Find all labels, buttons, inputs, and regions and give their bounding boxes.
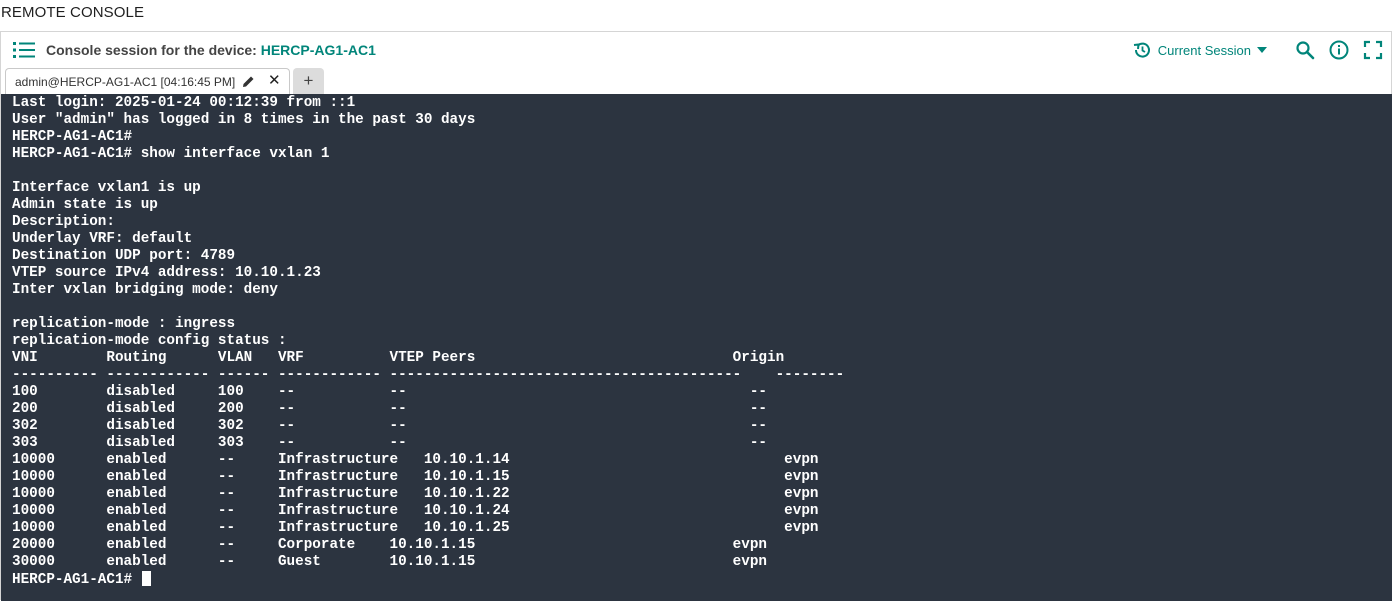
terminal-line: 302 disabled 302 -- -- -- [12,418,767,434]
device-name: HERCP-AG1-AC1 [260,42,376,58]
terminal-line: 200 disabled 200 -- -- -- [12,401,767,417]
terminal-lines: Last login: 2025-01-24 00:12:39 from ::1… [12,95,1381,571]
terminal-line: VNI Routing VLAN VRF VTEP Peers Origin [12,350,785,366]
tab-session[interactable]: admin@HERCP-AG1-AC1 [04:16:45 PM] ✕ [5,68,290,94]
terminal-line: Admin state is up [12,197,158,213]
terminal-line: Description: [12,214,115,230]
terminal-line: 10000 enabled -- Infrastructure 10.10.1.… [12,503,819,519]
console-panel: Console session for the device: HERCP-AG… [0,31,1392,601]
terminal-line: Last login: 2025-01-24 00:12:39 from ::1 [12,95,356,111]
tab-label: admin@HERCP-AG1-AC1 [04:16:45 PM] [15,74,236,89]
terminal-line: replication-mode config status : [12,333,287,349]
chevron-down-icon [1257,47,1267,53]
terminal-line: HERCP-AG1-AC1# show interface vxlan 1 [12,146,330,162]
fullscreen-icon[interactable] [1363,40,1383,60]
terminal-line: HERCP-AG1-AC1# [12,129,133,145]
terminal-line: 100 disabled 100 -- -- -- [12,384,767,400]
terminal-line: Inter vxlan bridging mode: deny [12,282,278,298]
terminal-line: Destination UDP port: 4789 [12,248,236,264]
terminal-line: replication-mode : ingress [12,316,236,332]
terminal-line: VTEP source IPv4 address: 10.10.1.23 [12,265,321,281]
plus-icon[interactable]: + [293,68,324,94]
terminal-line: 10000 enabled -- Infrastructure 10.10.1.… [12,452,819,468]
info-icon[interactable] [1329,40,1349,60]
terminal-line: Underlay VRF: default [12,231,193,247]
current-session-label: Current Session [1157,42,1251,58]
terminal-cursor [141,571,151,586]
terminal-output[interactable]: Last login: 2025-01-24 00:12:39 from ::1… [1,94,1392,601]
terminal-line: 10000 enabled -- Infrastructure 10.10.1.… [12,486,819,502]
terminal-prompt-line: HERCP-AG1-AC1# [12,571,1381,589]
header-tools: Current Session [1132,39,1383,61]
terminal-line: 10000 enabled -- Infrastructure 10.10.1.… [12,469,819,485]
session-prefix: Console session for the device: [46,42,261,58]
terminal-line: 30000 enabled -- Guest 10.10.1.15 evpn [12,554,767,570]
current-session-dropdown[interactable]: Current Session [1132,40,1267,60]
tab-bar: admin@HERCP-AG1-AC1 [04:16:45 PM] ✕ + [1,68,1391,94]
session-title: Console session for the device: HERCP-AG… [46,42,376,58]
list-icon[interactable] [13,41,35,59]
pencil-icon[interactable] [242,75,255,88]
console-header: Console session for the device: HERCP-AG… [1,32,1391,68]
terminal-line: 303 disabled 303 -- -- -- [12,435,767,451]
page-title: REMOTE CONSOLE [1,4,145,21]
terminal-line: 10000 enabled -- Infrastructure 10.10.1.… [12,520,819,536]
terminal-line: Interface vxlan1 is up [12,180,201,196]
search-icon[interactable] [1295,40,1315,60]
close-icon[interactable]: ✕ [268,73,281,88]
terminal-line: 20000 enabled -- Corporate 10.10.1.15 ev… [12,537,767,553]
terminal-line: User "admin" has logged in 8 times in th… [12,112,476,128]
terminal-prompt: HERCP-AG1-AC1# [12,572,141,588]
terminal-line: ---------- ------------ ------ ---------… [12,367,845,383]
history-icon [1133,42,1150,58]
